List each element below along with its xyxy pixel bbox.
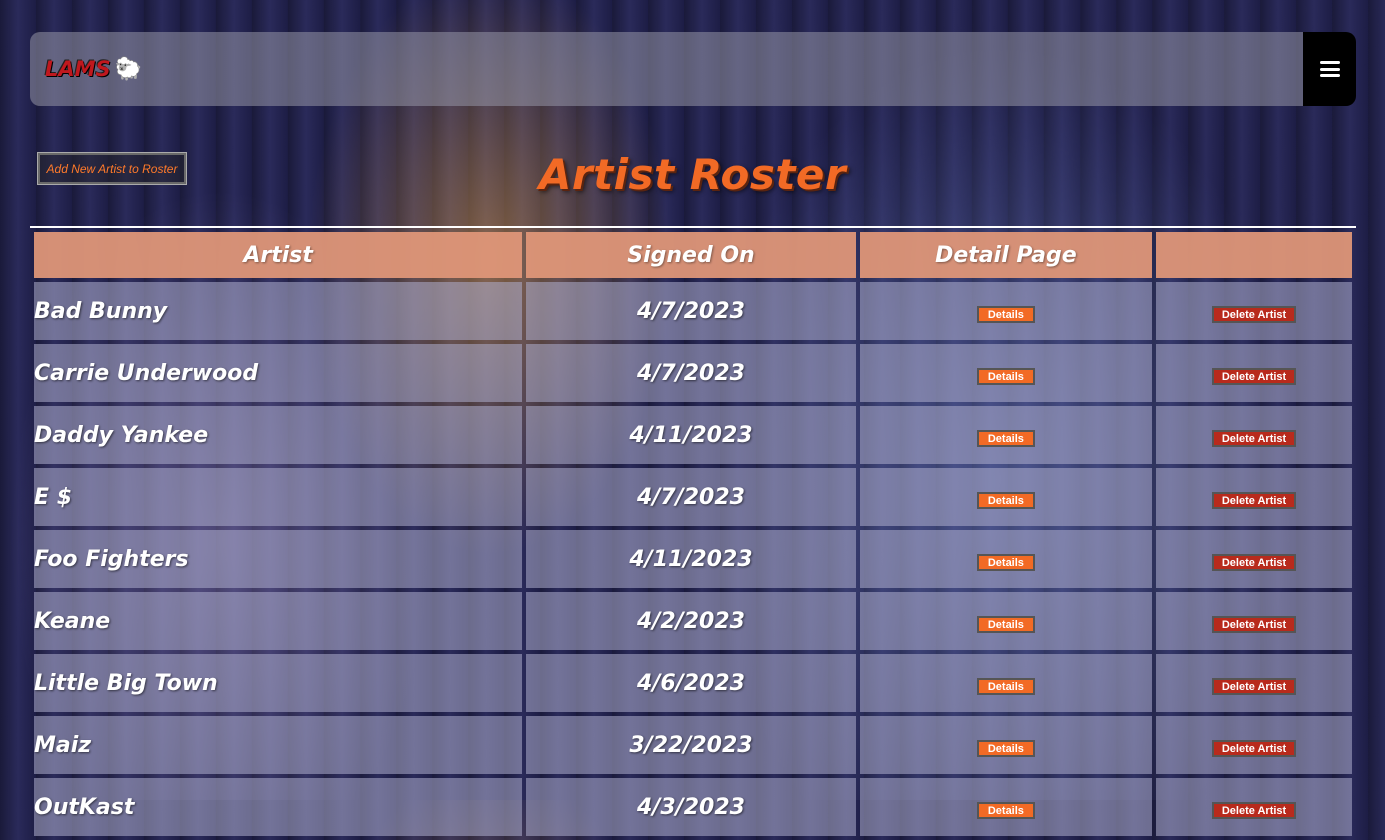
detail-cell: Details: [859, 406, 1153, 464]
delete-cell: Delete Artist: [1156, 406, 1352, 464]
page-title: Artist Roster: [538, 150, 847, 199]
hamburger-menu-button[interactable]: [1303, 32, 1356, 106]
detail-cell: Details: [859, 530, 1153, 588]
table-row: Foo Fighters 4/11/2023 Details Delete Ar…: [34, 530, 1352, 588]
table-row: E $ 4/7/2023 Details Delete Artist: [34, 468, 1352, 526]
delete-cell: Delete Artist: [1156, 778, 1352, 836]
delete-artist-button[interactable]: Delete Artist: [1212, 367, 1297, 385]
table-row: Keane 4/2/2023 Details Delete Artist: [34, 592, 1352, 650]
details-button[interactable]: Details: [976, 553, 1035, 571]
artist-name: E $: [34, 468, 523, 526]
delete-artist-button[interactable]: Delete Artist: [1212, 305, 1297, 323]
delete-artist-button[interactable]: Delete Artist: [1212, 677, 1297, 695]
column-header-actions: [1156, 232, 1352, 278]
delete-artist-button[interactable]: Delete Artist: [1212, 491, 1297, 509]
navbar: [30, 32, 1303, 106]
artist-name: Foo Fighters: [34, 530, 523, 588]
hamburger-menu-icon: [1319, 61, 1340, 77]
details-button[interactable]: Details: [976, 739, 1035, 757]
column-header-detail-page: Detail Page: [859, 232, 1153, 278]
details-button[interactable]: Details: [976, 615, 1035, 633]
delete-artist-button[interactable]: Delete Artist: [1212, 801, 1297, 819]
signed-on-date: 4/2/2023: [526, 592, 856, 650]
column-header-artist: Artist: [34, 232, 523, 278]
table-row: Daddy Yankee 4/11/2023 Details Delete Ar…: [34, 406, 1352, 464]
detail-cell: Details: [859, 468, 1153, 526]
details-button[interactable]: Details: [976, 801, 1035, 819]
signed-on-date: 4/6/2023: [526, 654, 856, 712]
delete-artist-button[interactable]: Delete Artist: [1212, 739, 1297, 757]
delete-cell: Delete Artist: [1156, 282, 1352, 340]
table-row: Bad Bunny 4/7/2023 Details Delete Artist: [34, 282, 1352, 340]
delete-artist-button[interactable]: Delete Artist: [1212, 553, 1297, 571]
artist-roster-table: Artist Signed On Detail Page Bad Bunny 4…: [30, 226, 1356, 840]
signed-on-date: 4/11/2023: [526, 406, 856, 464]
brand-text[interactable]: LAMS: [45, 57, 111, 81]
table-row: Carrie Underwood 4/7/2023 Details Delete…: [34, 344, 1352, 402]
delete-artist-button[interactable]: Delete Artist: [1212, 615, 1297, 633]
brand-logo[interactable]: LAMS 🐑: [45, 52, 142, 86]
artist-name: Carrie Underwood: [34, 344, 523, 402]
detail-cell: Details: [859, 778, 1153, 836]
artist-name: Little Big Town: [34, 654, 523, 712]
artist-name: Keane: [34, 592, 523, 650]
delete-cell: Delete Artist: [1156, 344, 1352, 402]
table-row: Maiz 3/22/2023 Details Delete Artist: [34, 716, 1352, 774]
signed-on-date: 4/7/2023: [526, 282, 856, 340]
signed-on-date: 4/7/2023: [526, 468, 856, 526]
signed-on-date: 3/22/2023: [526, 716, 856, 774]
table-row: OutKast 4/3/2023 Details Delete Artist: [34, 778, 1352, 836]
delete-cell: Delete Artist: [1156, 530, 1352, 588]
table-row: Little Big Town 4/6/2023 Details Delete …: [34, 654, 1352, 712]
details-button[interactable]: Details: [976, 367, 1035, 385]
detail-cell: Details: [859, 592, 1153, 650]
details-button[interactable]: Details: [976, 677, 1035, 695]
column-header-signed-on: Signed On: [526, 232, 856, 278]
detail-cell: Details: [859, 344, 1153, 402]
delete-cell: Delete Artist: [1156, 716, 1352, 774]
details-button[interactable]: Details: [976, 305, 1035, 323]
signed-on-date: 4/11/2023: [526, 530, 856, 588]
delete-cell: Delete Artist: [1156, 654, 1352, 712]
sheep-icon: 🐑: [114, 56, 143, 82]
details-button[interactable]: Details: [976, 491, 1035, 509]
details-button[interactable]: Details: [976, 429, 1035, 447]
delete-cell: Delete Artist: [1156, 592, 1352, 650]
detail-cell: Details: [859, 716, 1153, 774]
delete-cell: Delete Artist: [1156, 468, 1352, 526]
signed-on-date: 4/7/2023: [526, 344, 856, 402]
detail-cell: Details: [859, 654, 1153, 712]
artist-name: Bad Bunny: [34, 282, 523, 340]
delete-artist-button[interactable]: Delete Artist: [1212, 429, 1297, 447]
detail-cell: Details: [859, 282, 1153, 340]
signed-on-date: 4/3/2023: [526, 778, 856, 836]
artist-name: Maiz: [34, 716, 523, 774]
artist-name: OutKast: [34, 778, 523, 836]
table-header-row: Artist Signed On Detail Page: [34, 232, 1352, 278]
artist-name: Daddy Yankee: [34, 406, 523, 464]
